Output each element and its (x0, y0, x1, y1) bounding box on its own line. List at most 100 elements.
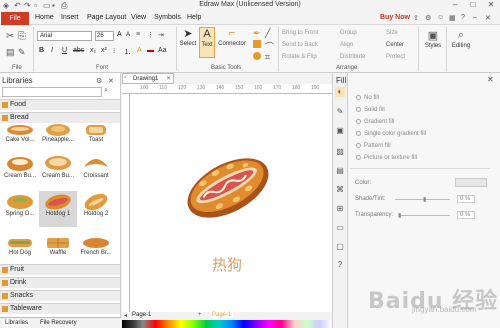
minimize-ribbon-icon[interactable]: – (473, 14, 477, 21)
menu-view[interactable]: View (131, 14, 146, 21)
file-menu[interactable]: File (1, 12, 29, 25)
lib-item-spring-onion[interactable]: Spring O... (1, 191, 39, 217)
menu-symbols[interactable]: Symbols (154, 14, 181, 21)
add-page-icon[interactable]: + (198, 312, 202, 318)
fill-option-picture[interactable]: Picture or texture fill (356, 155, 417, 161)
connector-button[interactable]: ⌐ Connector (217, 27, 247, 47)
category-bread[interactable]: Bread (0, 112, 120, 123)
lib-item-hot-dog[interactable]: Hot Dog (1, 236, 39, 257)
paste-icon[interactable]: ▤ (6, 47, 15, 58)
text-button[interactable]: A Text (199, 27, 215, 58)
strikethrough-icon[interactable]: abc (73, 47, 84, 54)
library-settings-icon[interactable]: ⚙ (96, 77, 102, 85)
shade-tint-input[interactable]: 0 % (457, 195, 475, 203)
font-family-select[interactable]: Arial (37, 31, 92, 41)
bold-icon[interactable]: B (39, 47, 44, 54)
comment-icon[interactable]: ▭ (335, 223, 345, 233)
fill-option-single-gradient[interactable]: Single color gradient fill (356, 131, 426, 137)
lib-item-toast[interactable]: Toast (77, 123, 115, 143)
transparency-slider[interactable] (399, 215, 450, 216)
maximize-icon[interactable]: □ (464, 0, 482, 12)
shape-label[interactable]: 热狗 (212, 254, 242, 275)
underline-icon[interactable]: U (62, 47, 67, 54)
search-icon[interactable]: ⌕ (104, 87, 108, 95)
new-doc-icon[interactable]: ✂ (6, 31, 14, 42)
italic-icon[interactable]: I (51, 47, 53, 54)
rectangle-tool-icon[interactable] (253, 40, 261, 48)
align-icon[interactable]: ≡ (136, 31, 140, 38)
text-case-icon[interactable]: Aa (158, 47, 167, 54)
tab-file-recovery[interactable]: File Recovery (40, 320, 77, 326)
crop-icon[interactable]: ⌗ (265, 52, 270, 63)
lib-item-french-bread[interactable]: French Br... (77, 236, 115, 257)
lib-item-pineapple-bun[interactable]: Pineapple... (39, 123, 77, 143)
slider-thumb-icon[interactable]: ▮ (398, 212, 401, 219)
page-tab[interactable]: Page-1 (210, 312, 234, 318)
copy-icon[interactable]: ⎘ (18, 31, 26, 42)
lib-item-hotdog-1[interactable]: Hotdog 1 (39, 191, 77, 227)
lib-item-hotdog-2[interactable]: Hotdog 2 (77, 191, 115, 217)
list-icon[interactable]: ⋮ (147, 31, 154, 39)
menu-home[interactable]: Home (35, 14, 54, 21)
highlight-icon[interactable]: ▬ (147, 47, 154, 54)
size-button[interactable]: Size (386, 30, 398, 36)
ellipse-tool-icon[interactable] (253, 52, 261, 60)
bring-to-front-button[interactable]: Bring to Front (282, 30, 318, 36)
menu-page-layout[interactable]: Page Layout (87, 14, 126, 21)
hyperlink-icon[interactable]: ⌘ (335, 185, 345, 195)
lib-item-cake-roll[interactable]: Cake Vol... (1, 123, 39, 143)
center-button[interactable]: Center (386, 42, 404, 48)
bullets-icon[interactable]: ⁝ (113, 47, 115, 55)
line-tool-icon[interactable]: ╱ (265, 28, 270, 39)
help-icon[interactable]: ? (461, 14, 465, 21)
hotdog-shape[interactable] (182, 152, 274, 224)
category-snacks[interactable]: Snacks (0, 290, 120, 301)
rotate-flip-button[interactable]: Rotate & Flip (282, 54, 317, 60)
tab-libraries[interactable]: Libraries (3, 320, 31, 326)
fill-option-gradient[interactable]: Gradient fill (356, 119, 394, 125)
shrink-font-icon[interactable]: A (126, 32, 130, 38)
editing-button[interactable]: ⌕ Editing (450, 29, 472, 49)
line-style-icon[interactable]: ✎ (335, 107, 345, 117)
menu-insert[interactable]: Insert (61, 14, 79, 21)
font-size-select[interactable]: 26 (95, 31, 114, 41)
fill-icon[interactable]: ◐ (335, 87, 345, 97)
close-icon[interactable]: ✕ (482, 0, 500, 12)
image-icon[interactable]: ▨ (335, 147, 345, 157)
lib-item-croissant[interactable]: Croissant (77, 153, 115, 179)
grow-font-icon[interactable]: A (117, 31, 122, 38)
transparency-input[interactable]: 0 % (457, 211, 475, 219)
shadow-icon[interactable]: ▣ (335, 126, 345, 136)
category-food[interactable]: Food (0, 99, 120, 110)
lib-item-cream-bun-1[interactable]: Cream Bu... (1, 153, 39, 179)
close-tab-icon[interactable]: ✕ (166, 75, 171, 82)
fill-option-solid[interactable]: Solid fill (356, 107, 385, 113)
drawing-canvas[interactable]: 热狗 (130, 94, 332, 312)
fill-option-pattern[interactable]: Pattern fill (356, 143, 391, 149)
send-to-back-button[interactable]: Send to Back (282, 42, 318, 48)
chat-icon[interactable]: ▢ (335, 242, 345, 252)
library-close-icon[interactable]: ✕ (108, 77, 114, 85)
group-button[interactable]: Group (340, 30, 357, 36)
page-nav-icon[interactable]: ◂ (124, 312, 127, 319)
align-button[interactable]: Align (340, 42, 353, 48)
slider-thumb-icon[interactable]: ▮ (423, 196, 426, 203)
numbering-icon[interactable]: ⒈ (124, 47, 131, 57)
fill-option-no-fill[interactable]: No fill (356, 95, 379, 101)
library-search-input[interactable] (2, 87, 102, 97)
buy-now-link[interactable]: Buy Now (380, 14, 410, 21)
pen-icon[interactable]: ✒ (253, 28, 261, 39)
color-palette-bar[interactable] (122, 320, 332, 328)
subscript-icon[interactable]: x₂ (90, 47, 96, 54)
help-circle-icon[interactable]: ? (335, 260, 345, 270)
category-drink[interactable]: Drink (0, 277, 120, 288)
close-doc-icon[interactable]: ✕ (485, 14, 491, 22)
layer-icon[interactable]: ▤ (335, 166, 345, 176)
fill-close-icon[interactable]: ✕ (487, 75, 494, 84)
superscript-icon[interactable]: x² (101, 47, 107, 54)
category-fruit[interactable]: Fruit (0, 264, 120, 275)
page-selector[interactable]: Page-1 (132, 312, 151, 318)
lib-item-cream-bun-2[interactable]: Cream Bu... (39, 153, 77, 179)
select-button[interactable]: ➤ Select (179, 27, 197, 47)
indent-icon[interactable]: ⇥ (158, 31, 164, 39)
